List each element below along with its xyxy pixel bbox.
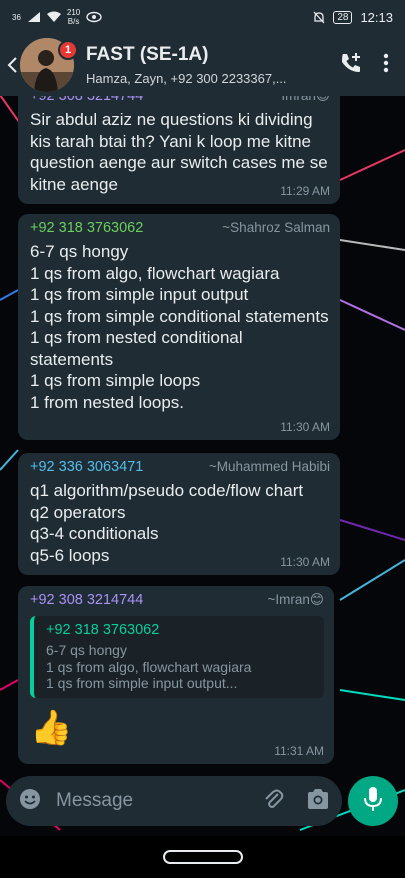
emoji-icon[interactable] bbox=[18, 787, 42, 816]
message-bubble[interactable]: +92 308 3214744 ~Imran😊 Sir abdul aziz n… bbox=[18, 96, 340, 204]
thumbs-up-emoji: 👍 bbox=[30, 708, 73, 747]
sender-name: ~Imran😊 bbox=[267, 592, 324, 607]
message-time: 11:30 AM bbox=[280, 420, 330, 434]
status-bar: 36 210 B/s 28 12:13 bbox=[0, 0, 405, 34]
message-text: 6-7 qs hongy 1 qs from algo, flowchart w… bbox=[30, 242, 329, 412]
back-arrow-icon[interactable] bbox=[6, 55, 20, 75]
signal-icon bbox=[27, 12, 40, 22]
message-list[interactable]: +92 308 3214744 ~Imran😊 Sir abdul aziz n… bbox=[0, 96, 405, 776]
net-speed: 210 B/s bbox=[66, 8, 81, 26]
participants-list: Hamza, Zayn, +92 300 2233367,... bbox=[86, 71, 287, 86]
wifi-icon bbox=[46, 11, 61, 22]
message-time: 11:30 AM bbox=[280, 555, 330, 569]
system-nav-bar bbox=[0, 836, 405, 878]
signal-indicator: 36 bbox=[12, 12, 21, 22]
message-text: Sir abdul aziz ne questions ki dividing … bbox=[30, 110, 328, 194]
message-bubble[interactable]: +92 318 3763062 ~Shahroz Salman 6-7 qs h… bbox=[18, 214, 340, 440]
group-avatar-wrap[interactable]: 1 bbox=[20, 38, 78, 92]
header-info[interactable]: FAST (SE-1A) Hamza, Zayn, +92 300 223336… bbox=[86, 44, 306, 86]
unread-badge: 1 bbox=[58, 40, 78, 60]
message-text: q1 algorithm/pseudo code/flow chart q2 o… bbox=[30, 481, 304, 565]
mic-button[interactable] bbox=[348, 776, 398, 826]
sender-name: ~Shahroz Salman bbox=[222, 220, 330, 235]
more-vert-icon[interactable] bbox=[383, 53, 389, 78]
camera-icon[interactable] bbox=[306, 788, 330, 815]
sender-number[interactable]: +92 308 3214744 bbox=[30, 96, 143, 104]
quote-text: 6-7 qs hongy 1 qs from algo, flowchart w… bbox=[46, 642, 252, 691]
sender-number[interactable]: +92 308 3214744 bbox=[30, 592, 143, 608]
sender-name: ~Muhammed Habibi bbox=[208, 459, 330, 474]
message-composer bbox=[6, 776, 342, 826]
sender-number[interactable]: +92 336 3063471 bbox=[30, 459, 143, 475]
message-time: 11:29 AM bbox=[280, 184, 330, 198]
add-call-icon[interactable] bbox=[339, 51, 363, 80]
mic-icon bbox=[364, 786, 382, 817]
sender-number[interactable]: +92 318 3763062 bbox=[30, 220, 143, 236]
home-gesture-bar[interactable] bbox=[162, 850, 243, 864]
time: 12:13 bbox=[360, 9, 393, 25]
mute-bell-icon bbox=[313, 11, 325, 23]
quoted-message[interactable]: +92 318 3763062 6-7 qs hongy 1 qs from a… bbox=[30, 616, 324, 698]
sender-name: ~Imran😊 bbox=[274, 96, 330, 104]
message-time: 11:31 AM bbox=[274, 744, 324, 758]
group-name: FAST (SE-1A) bbox=[86, 44, 209, 65]
chat-header: 1 FAST (SE-1A) Hamza, Zayn, +92 300 2233… bbox=[0, 34, 405, 96]
quote-sender: +92 318 3763062 bbox=[46, 622, 160, 638]
message-bubble[interactable]: +92 308 3214744 ~Imran😊 +92 318 3763062 … bbox=[18, 586, 334, 764]
message-bubble[interactable]: +92 336 3063471 ~Muhammed Habibi q1 algo… bbox=[18, 453, 340, 575]
eye-icon bbox=[86, 11, 102, 23]
message-input[interactable] bbox=[56, 790, 236, 812]
battery-level: 28 bbox=[333, 10, 353, 24]
attach-icon[interactable] bbox=[262, 787, 284, 816]
